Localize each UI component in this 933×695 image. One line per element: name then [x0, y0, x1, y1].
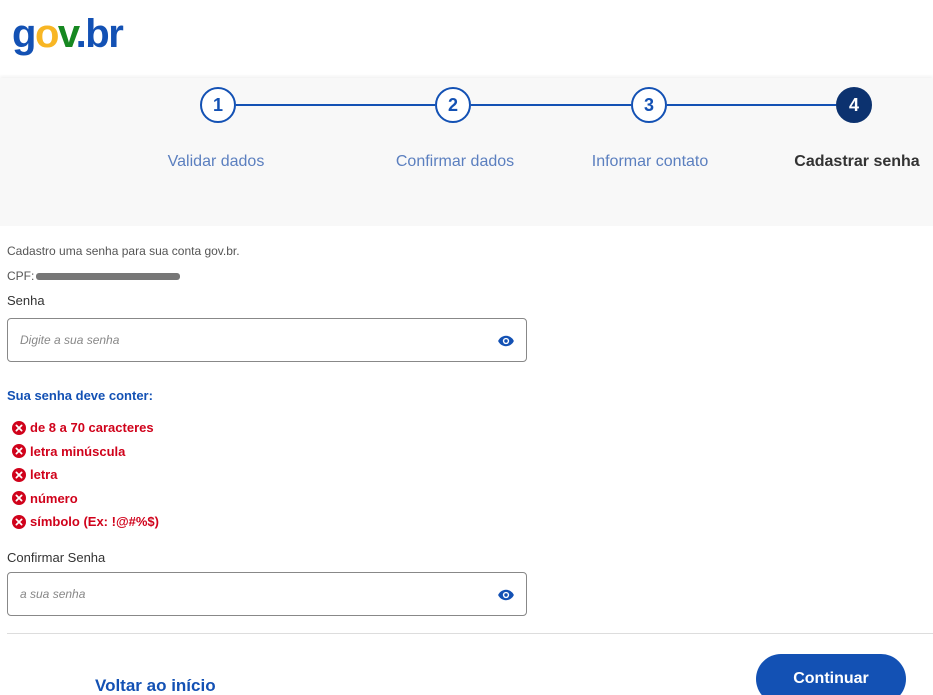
step-4-label: Cadastrar senha: [794, 153, 920, 170]
x-circle-icon: [12, 420, 26, 435]
step-1-label: Validar dados: [167, 153, 265, 170]
step-1-circle: 1: [200, 87, 236, 123]
password-rules-list: de 8 a 70 caracteres letra minúscula let…: [12, 416, 159, 534]
rule-symbol: símbolo (Ex: !@#%$): [12, 510, 159, 534]
rule-length: de 8 a 70 caracteres: [12, 416, 159, 440]
x-circle-icon: [12, 467, 26, 482]
eye-icon[interactable]: [497, 332, 515, 350]
logo-letter-o: o: [34, 12, 59, 56]
step-3-circle: 3: [631, 87, 667, 123]
rule-symbol-text: símbolo (Ex: !@#%$): [30, 514, 159, 530]
step-2-circle: 2: [435, 87, 471, 123]
rule-lowercase: letra minúscula: [12, 440, 159, 464]
rule-lowercase-text: letra minúscula: [30, 443, 126, 459]
confirm-password-input[interactable]: [8, 573, 468, 615]
x-circle-icon: [12, 444, 26, 459]
logo-letter-g: g: [12, 12, 36, 56]
rule-length-text: de 8 a 70 caracteres: [30, 420, 154, 436]
back-to-start-link[interactable]: Voltar ao início: [95, 676, 216, 695]
step-4-circle: 4: [836, 87, 872, 123]
cpf-label: CPF:: [7, 269, 35, 283]
govbr-logo: gov.br: [12, 12, 124, 56]
logo-dot: .: [75, 12, 87, 56]
password-field: [7, 318, 527, 362]
password-label: Senha: [7, 293, 45, 308]
logo-letters-br: br: [85, 12, 124, 56]
step-connector: [667, 104, 836, 106]
step-3-label: Informar contato: [591, 153, 709, 170]
confirm-password-field: [7, 572, 527, 616]
progress-stepper: 1 2 3 4 Validar dados Confirmar dados In…: [0, 78, 933, 226]
rule-number: número: [12, 487, 159, 511]
x-circle-icon: [12, 514, 26, 529]
cpf-row: CPF:: [7, 269, 181, 283]
eye-icon[interactable]: [497, 586, 515, 604]
footer-divider: [7, 633, 933, 634]
continue-button[interactable]: Continuar: [756, 654, 906, 695]
rule-number-text: número: [30, 490, 78, 506]
password-rules-title: Sua senha deve conter:: [7, 388, 153, 403]
intro-text: Cadastro uma senha para sua conta gov.br…: [7, 244, 240, 258]
step-connector: [236, 104, 435, 106]
rule-letter: letra: [12, 463, 159, 487]
rule-letter-text: letra: [30, 467, 58, 483]
logo-letter-v: v: [57, 12, 77, 56]
cpf-redacted-value: [36, 272, 181, 280]
step-2-label: Confirmar dados: [395, 153, 515, 170]
step-connector: [471, 104, 631, 106]
x-circle-icon: [12, 491, 26, 506]
password-input[interactable]: [8, 319, 468, 361]
confirm-password-label: Confirmar Senha: [7, 550, 106, 565]
